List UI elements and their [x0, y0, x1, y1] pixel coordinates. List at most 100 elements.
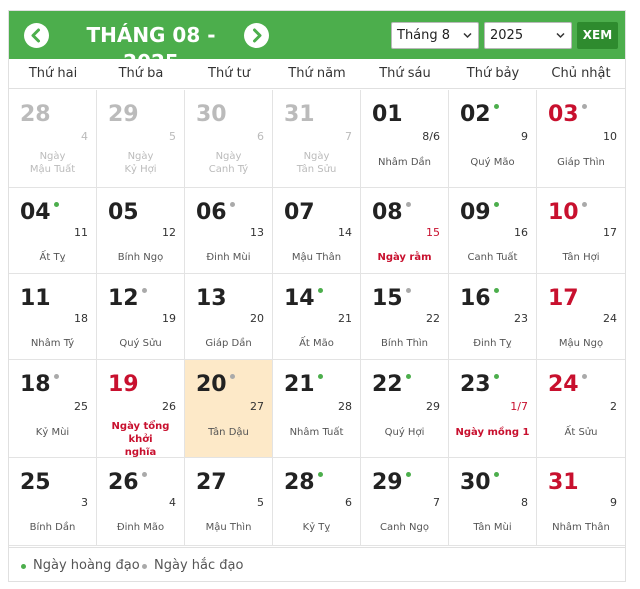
can-chi-label: Nhâm Tý [30, 338, 75, 349]
lunar-date: 8 [521, 496, 528, 509]
day-cell[interactable]: 14 21 Ất Mão [273, 274, 361, 360]
solar-date: 16 [460, 286, 491, 311]
weekday-label: Thứ tư [208, 66, 250, 81]
day-cell[interactable]: 29 7 Canh Ngọ [361, 458, 449, 546]
lunar-date: 28 [338, 400, 352, 413]
legend: Ngày hoàng đạo Ngày hắc đạo [9, 547, 625, 583]
lunar-date: 18 [74, 312, 88, 325]
lunar-date: 4 [169, 496, 176, 509]
lunar-date: 11 [74, 226, 88, 239]
solar-date: 06 [196, 200, 227, 225]
lunar-date: 4 [81, 130, 88, 143]
solar-date: 21 [284, 372, 315, 397]
day-cell[interactable]: 01 8/6 Nhâm Dần [361, 90, 449, 188]
solar-date: 12 [108, 286, 139, 311]
solar-date: 04 [20, 200, 51, 225]
day-cell[interactable]: 18 25 Kỷ Mùi [9, 360, 97, 458]
day-cell[interactable]: 28 6 Kỷ Tỵ [273, 458, 361, 546]
day-cell[interactable]: 16 23 Đinh Tỵ [449, 274, 537, 360]
day-cell[interactable]: 27 5 Mậu Thìn [185, 458, 273, 546]
month-select-value: Tháng 8 [397, 28, 451, 43]
day-cell[interactable]: 22 29 Quý Hợi [361, 360, 449, 458]
solar-date: 15 [372, 286, 403, 311]
can-chi-label: Ất Sửu [564, 427, 598, 438]
lunar-date: 12 [162, 226, 176, 239]
day-cell[interactable]: 08 15 Ngày rằm [361, 188, 449, 274]
day-cell[interactable]: 05 12 Bính Ngọ [97, 188, 185, 274]
day-cell[interactable]: 15 22 Bính Thìn [361, 274, 449, 360]
solar-date: 30 [196, 102, 227, 127]
lunar-date: 22 [426, 312, 440, 325]
can-chi-label: Nhâm Dần [377, 157, 432, 168]
lunar-date: 5 [169, 130, 176, 143]
lunar-date: 2 [610, 400, 617, 413]
lunar-date: 6 [345, 496, 352, 509]
can-chi-label: Ngày rằm [377, 252, 432, 263]
chevron-left-icon [31, 28, 40, 43]
good-day-legend-label: Ngày hoàng đạo [33, 558, 140, 573]
month-select[interactable]: Tháng 8 [391, 22, 479, 49]
solar-date: 25 [20, 470, 51, 495]
solar-date: 10 [548, 200, 579, 225]
can-chi-label: Ngày Canh Tý [208, 151, 249, 175]
good-day-dot-icon [405, 374, 411, 379]
can-chi-label: Đinh Mão [116, 522, 165, 533]
can-chi-label: Ngày mồng 1 [455, 427, 530, 438]
bad-day-dot-icon [141, 288, 147, 293]
can-chi-label: Giáp Thìn [557, 157, 605, 168]
day-cell[interactable]: 12 19 Quý Sửu [97, 274, 185, 360]
day-cell[interactable]: 26 4 Đinh Mão [97, 458, 185, 546]
lunar-date: 17 [603, 226, 617, 239]
day-cell[interactable]: 28 4 Ngày Mậu Tuất [9, 90, 97, 188]
day-cell[interactable]: 07 14 Mậu Thân [273, 188, 361, 274]
year-select[interactable]: 2025 [484, 22, 572, 49]
day-cell-today[interactable]: 20 27 Tân Dậu [185, 360, 273, 458]
can-chi-label: Ngày Tân Sửu [296, 151, 337, 175]
day-cell[interactable]: 04 11 Ất Tỵ [9, 188, 97, 274]
good-day-dot-icon [405, 472, 411, 477]
can-chi-label: Ngày Mậu Tuất [29, 151, 76, 175]
solar-date: 03 [548, 102, 579, 127]
day-cell[interactable]: 06 13 Đinh Mùi [185, 188, 273, 274]
day-cell[interactable]: 21 28 Nhâm Tuất [273, 360, 361, 458]
day-cell[interactable]: 24 2 Ất Sửu [537, 360, 625, 458]
lunar-date: 10 [603, 130, 617, 143]
lunar-date: 6 [257, 130, 264, 143]
day-cell[interactable]: 02 9 Quý Mão [449, 90, 537, 188]
day-cell[interactable]: 23 1/7 Ngày mồng 1 [449, 360, 537, 458]
day-cell[interactable]: 30 6 Ngày Canh Tý [185, 90, 273, 188]
day-cell[interactable]: 29 5 Ngày Kỷ Hợi [97, 90, 185, 188]
can-chi-label: Kỷ Tỵ [302, 522, 331, 533]
day-cell[interactable]: 25 3 Bính Dần [9, 458, 97, 546]
bad-day-dot-icon [581, 374, 587, 379]
good-day-dot-icon [493, 472, 499, 477]
day-cell[interactable]: 13 20 Giáp Dần [185, 274, 273, 360]
solar-date: 11 [20, 286, 51, 311]
good-day-dot-icon [317, 374, 323, 379]
lunar-date: 16 [514, 226, 528, 239]
view-button[interactable]: XEM [577, 22, 618, 49]
solar-date: 31 [548, 470, 579, 495]
day-cell[interactable]: 30 8 Tân Mùi [449, 458, 537, 546]
can-chi-label: Bính Ngọ [117, 252, 164, 263]
lunar-date: 15 [426, 226, 440, 239]
can-chi-label: Đinh Tỵ [473, 338, 512, 349]
can-chi-label: Mậu Ngọ [558, 338, 604, 349]
day-cell[interactable]: 31 7 Ngày Tân Sửu [273, 90, 361, 188]
day-cell[interactable]: 09 16 Canh Tuất [449, 188, 537, 274]
lunar-date: 5 [257, 496, 264, 509]
lunar-date: 9 [610, 496, 617, 509]
bad-day-dot-icon [142, 564, 147, 569]
day-cell[interactable]: 17 24 Mậu Ngọ [537, 274, 625, 360]
next-month-button[interactable] [244, 23, 269, 48]
day-cell[interactable]: 31 9 Nhâm Thân [537, 458, 625, 546]
solar-date: 19 [108, 372, 139, 397]
day-cell[interactable]: 10 17 Tân Hợi [537, 188, 625, 274]
day-cell[interactable]: 03 10 Giáp Thìn [537, 90, 625, 188]
day-cell[interactable]: 11 18 Nhâm Tý [9, 274, 97, 360]
can-chi-label: Mậu Thìn [205, 522, 252, 533]
can-chi-label: Tân Hợi [562, 252, 600, 263]
bad-day-dot-icon [53, 374, 59, 379]
prev-month-button[interactable] [24, 23, 49, 48]
day-cell[interactable]: 19 26 Ngày tổng khởi nghĩa [97, 360, 185, 458]
